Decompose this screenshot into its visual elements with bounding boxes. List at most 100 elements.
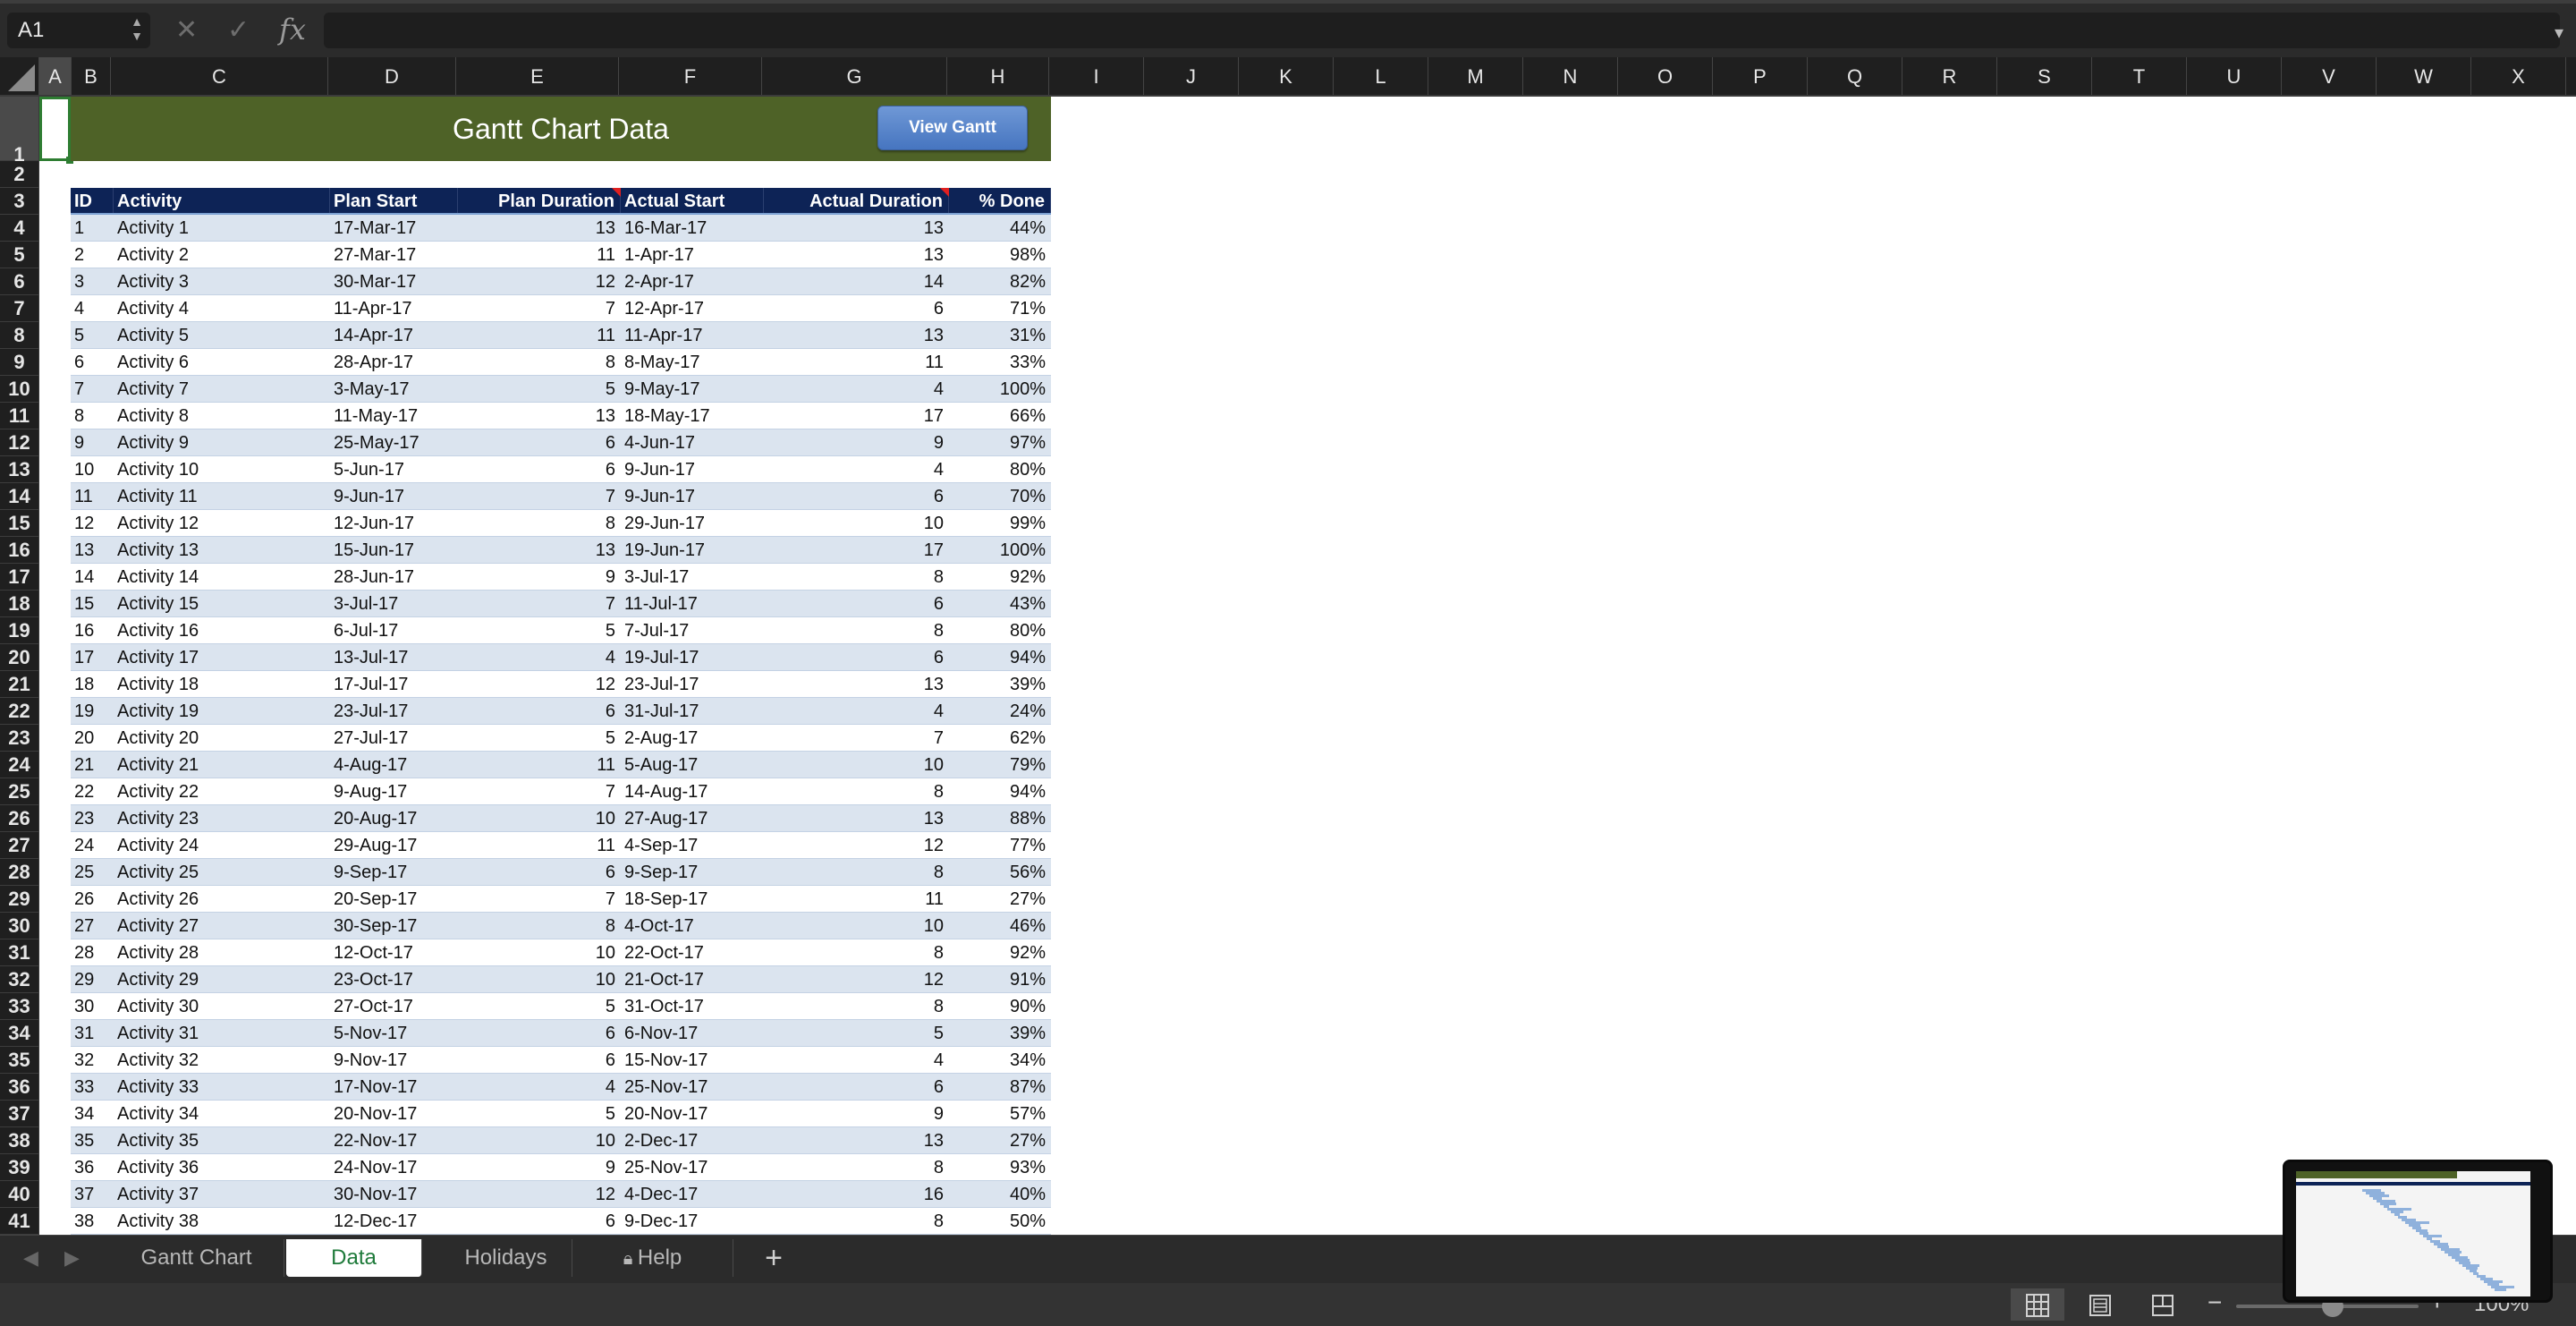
row-header-23[interactable]: 23 bbox=[0, 725, 38, 752]
page-layout-view-button[interactable] bbox=[2073, 1288, 2127, 1321]
cell-plan-start[interactable]: 17-Mar-17 bbox=[330, 215, 458, 242]
cell-plan-duration[interactable]: 6 bbox=[458, 429, 621, 456]
cell-pct-done[interactable]: 39% bbox=[949, 1020, 1051, 1047]
cell-actual-start[interactable]: 2-Apr-17 bbox=[621, 268, 764, 295]
cell-plan-duration[interactable]: 6 bbox=[458, 859, 621, 886]
cell-actual-start[interactable]: 1-Apr-17 bbox=[621, 242, 764, 268]
formula-input[interactable] bbox=[324, 13, 2560, 48]
cell-activity[interactable]: Activity 15 bbox=[114, 591, 330, 617]
cell-plan-start[interactable]: 27-Oct-17 bbox=[330, 993, 458, 1020]
cell-id[interactable]: 25 bbox=[71, 859, 114, 886]
cell-plan-start[interactable]: 5-Nov-17 bbox=[330, 1020, 458, 1047]
cell-pct-done[interactable]: 94% bbox=[949, 644, 1051, 671]
row-header-33[interactable]: 33 bbox=[0, 993, 38, 1020]
comment-indicator-icon[interactable] bbox=[940, 188, 949, 197]
cell-actual-start[interactable]: 9-May-17 bbox=[621, 376, 764, 403]
cell-activity[interactable]: Activity 13 bbox=[114, 537, 330, 564]
cell-activity[interactable]: Activity 22 bbox=[114, 778, 330, 805]
view-gantt-button[interactable]: View Gantt bbox=[877, 106, 1028, 150]
column-header-e[interactable]: E bbox=[456, 57, 619, 95]
column-header-v[interactable]: V bbox=[2282, 57, 2377, 95]
cell-actual-duration[interactable]: 17 bbox=[764, 537, 949, 564]
cell-actual-duration[interactable]: 8 bbox=[764, 993, 949, 1020]
cell-plan-duration[interactable]: 10 bbox=[458, 966, 621, 993]
cell-id[interactable]: 24 bbox=[71, 832, 114, 859]
cell-actual-duration[interactable]: 5 bbox=[764, 1020, 949, 1047]
cell-actual-duration[interactable]: 11 bbox=[764, 886, 949, 913]
cell-actual-start[interactable]: 29-Jun-17 bbox=[621, 510, 764, 537]
cell-plan-duration[interactable]: 8 bbox=[458, 510, 621, 537]
cell-id[interactable]: 37 bbox=[71, 1181, 114, 1208]
cell-actual-duration[interactable]: 9 bbox=[764, 429, 949, 456]
cell-activity[interactable]: Activity 38 bbox=[114, 1208, 330, 1235]
cell-actual-duration[interactable]: 8 bbox=[764, 778, 949, 805]
cell-id[interactable]: 31 bbox=[71, 1020, 114, 1047]
row-header-41[interactable]: 41 bbox=[0, 1208, 38, 1235]
cell-actual-start[interactable]: 11-Jul-17 bbox=[621, 591, 764, 617]
cell-pct-done[interactable]: 92% bbox=[949, 564, 1051, 591]
cell-id[interactable]: 26 bbox=[71, 886, 114, 913]
cell-plan-duration[interactable]: 8 bbox=[458, 913, 621, 939]
cell-actual-start[interactable]: 9-Jun-17 bbox=[621, 483, 764, 510]
cell-actual-duration[interactable]: 11 bbox=[764, 349, 949, 376]
cell-pct-done[interactable]: 27% bbox=[949, 1127, 1051, 1154]
cell-actual-start[interactable]: 23-Jul-17 bbox=[621, 671, 764, 698]
cell-id[interactable]: 30 bbox=[71, 993, 114, 1020]
row-header-5[interactable]: 5 bbox=[0, 242, 38, 268]
cell-activity[interactable]: Activity 14 bbox=[114, 564, 330, 591]
cell-plan-duration[interactable]: 12 bbox=[458, 1181, 621, 1208]
column-header-t[interactable]: T bbox=[2092, 57, 2187, 95]
cell-id[interactable]: 34 bbox=[71, 1101, 114, 1127]
cell-pct-done[interactable]: 43% bbox=[949, 591, 1051, 617]
cell-id[interactable]: 33 bbox=[71, 1074, 114, 1101]
row-header-4[interactable]: 4 bbox=[0, 215, 38, 242]
row-header-36[interactable]: 36 bbox=[0, 1074, 38, 1101]
cell-actual-duration[interactable]: 8 bbox=[764, 939, 949, 966]
cell-pct-done[interactable]: 98% bbox=[949, 242, 1051, 268]
add-sheet-button[interactable]: + bbox=[742, 1239, 805, 1277]
cell-pct-done[interactable]: 94% bbox=[949, 778, 1051, 805]
name-box-spinner-icon[interactable]: ▲ ▼ bbox=[131, 14, 143, 43]
cell-plan-duration[interactable]: 7 bbox=[458, 295, 621, 322]
cell-actual-duration[interactable]: 10 bbox=[764, 752, 949, 778]
cell-pct-done[interactable]: 66% bbox=[949, 403, 1051, 429]
column-header-c[interactable]: C bbox=[111, 57, 328, 95]
row-header-9[interactable]: 9 bbox=[0, 349, 38, 376]
cell-activity[interactable]: Activity 25 bbox=[114, 859, 330, 886]
column-header-g[interactable]: G bbox=[762, 57, 947, 95]
column-header-n[interactable]: N bbox=[1523, 57, 1618, 95]
cell-plan-start[interactable]: 11-Apr-17 bbox=[330, 295, 458, 322]
column-header-m[interactable]: M bbox=[1428, 57, 1523, 95]
cell-plan-start[interactable]: 6-Jul-17 bbox=[330, 617, 458, 644]
cell-plan-start[interactable]: 27-Mar-17 bbox=[330, 242, 458, 268]
cell-actual-duration[interactable]: 4 bbox=[764, 456, 949, 483]
cell-actual-duration[interactable]: 8 bbox=[764, 564, 949, 591]
cell-plan-start[interactable]: 9-Sep-17 bbox=[330, 859, 458, 886]
cell-actual-start[interactable]: 21-Oct-17 bbox=[621, 966, 764, 993]
cell-plan-duration[interactable]: 5 bbox=[458, 376, 621, 403]
cell-plan-duration[interactable]: 12 bbox=[458, 268, 621, 295]
cell-actual-duration[interactable]: 13 bbox=[764, 215, 949, 242]
tab-data[interactable]: Data bbox=[286, 1239, 422, 1277]
cell-actual-duration[interactable]: 6 bbox=[764, 295, 949, 322]
cell-activity[interactable]: Activity 31 bbox=[114, 1020, 330, 1047]
cell-actual-start[interactable]: 25-Nov-17 bbox=[621, 1154, 764, 1181]
expand-formula-bar-icon[interactable]: ▾ bbox=[2555, 21, 2563, 44]
cell-plan-start[interactable]: 20-Nov-17 bbox=[330, 1101, 458, 1127]
cell-plan-start[interactable]: 20-Sep-17 bbox=[330, 886, 458, 913]
cell-pct-done[interactable]: 99% bbox=[949, 510, 1051, 537]
tab-gantt-chart[interactable]: Gantt Chart bbox=[109, 1239, 284, 1277]
cell-id[interactable]: 9 bbox=[71, 429, 114, 456]
column-header-k[interactable]: K bbox=[1239, 57, 1334, 95]
cell-plan-duration[interactable]: 11 bbox=[458, 752, 621, 778]
zoom-out-button[interactable]: − bbox=[2207, 1288, 2222, 1317]
cell-id[interactable]: 22 bbox=[71, 778, 114, 805]
cell-plan-duration[interactable]: 9 bbox=[458, 564, 621, 591]
row-header-1[interactable]: 1 bbox=[0, 97, 38, 166]
cell-id[interactable]: 36 bbox=[71, 1154, 114, 1181]
cell-actual-duration[interactable]: 6 bbox=[764, 591, 949, 617]
header-actual-start[interactable]: Actual Start bbox=[621, 188, 764, 215]
cell-id[interactable]: 12 bbox=[71, 510, 114, 537]
cell-plan-start[interactable]: 30-Mar-17 bbox=[330, 268, 458, 295]
cell-plan-duration[interactable]: 11 bbox=[458, 832, 621, 859]
